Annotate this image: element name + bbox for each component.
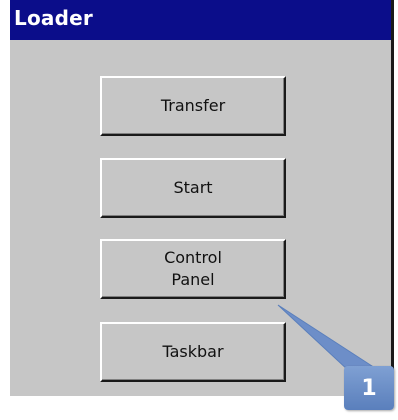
callout-pointer — [277, 304, 374, 373]
callout-arrow — [277, 304, 374, 373]
callout-badge: 1 — [344, 366, 394, 410]
callout-number: 1 — [361, 375, 377, 401]
